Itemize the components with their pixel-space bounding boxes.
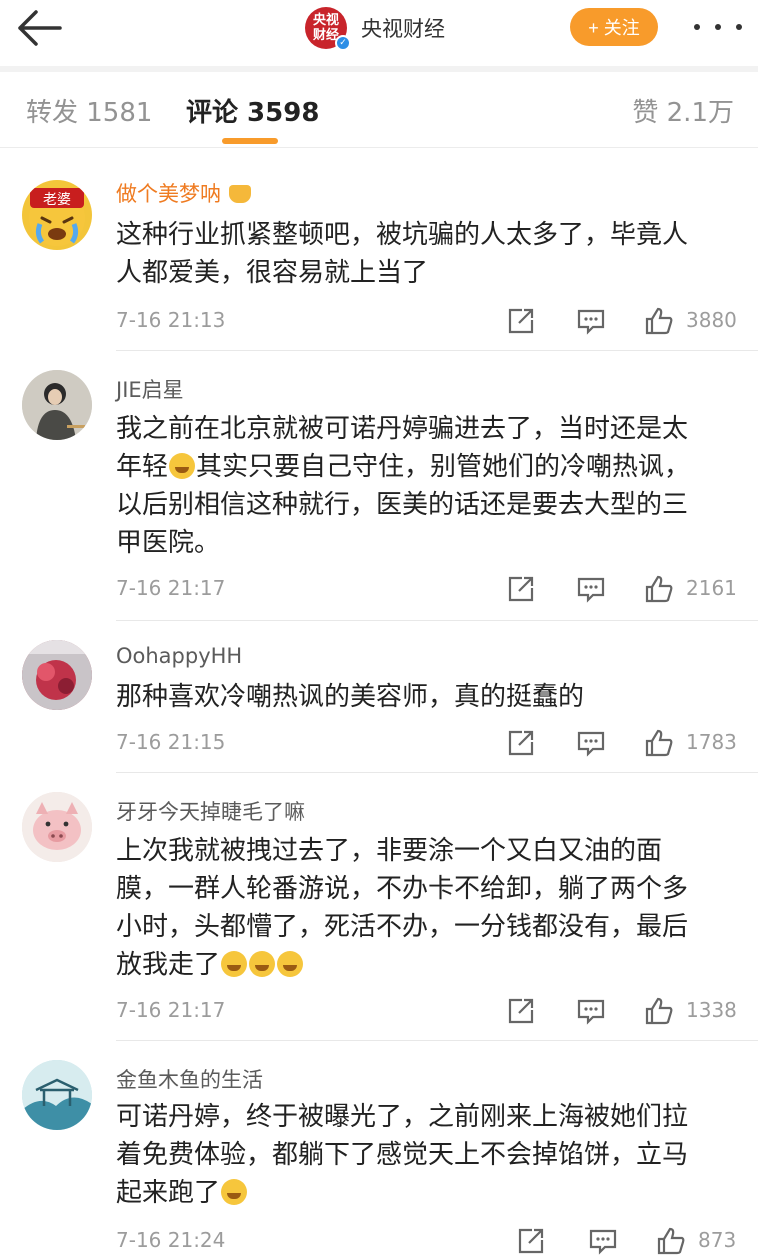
comment-meta: 7-16 21:13 3880 xyxy=(116,304,737,338)
vip-crown-icon xyxy=(229,185,251,203)
avatar[interactable]: 老婆 xyxy=(22,180,92,250)
username-text: 做个美梦呐 xyxy=(116,182,221,206)
svg-text:老婆: 老婆 xyxy=(43,192,71,208)
thumbs-up-icon[interactable] xyxy=(644,728,674,758)
active-tab-indicator xyxy=(222,138,278,144)
tab-like[interactable]: 赞 2.1万 xyxy=(632,92,734,129)
comment-line: 我之前在北京就被可诺丹婷骗进去了，当时还是太 xyxy=(116,414,689,444)
comment-time: 7-16 21:17 xyxy=(116,998,226,1022)
laugh-cry-emoji-icon xyxy=(221,1179,248,1205)
thumbs-up-icon[interactable] xyxy=(644,996,674,1026)
comment-text: 这种行业抓紧整顿吧，被坑骗的人太多了，毕竟人 人都爱美，很容易就上当了 xyxy=(116,216,736,292)
tab-bar: 转发 1581 评论 3598 赞 2.1万 xyxy=(0,72,758,148)
repost-icon[interactable] xyxy=(506,996,536,1026)
comment-line: 那种喜欢冷嘲热讽的美容师，真的挺蠢的 xyxy=(116,682,585,712)
like-count: 3880 xyxy=(686,308,737,332)
repost-icon[interactable] xyxy=(506,306,536,336)
comment-meta: 7-16 21:15 1783 xyxy=(116,726,737,760)
avatar[interactable] xyxy=(22,1060,92,1130)
comment-line: 小时，头都懵了，死活不办，一分钱都没有，最后 xyxy=(116,912,689,942)
divider xyxy=(116,1040,758,1041)
thumbs-up-icon[interactable] xyxy=(644,574,674,604)
like-count: 1338 xyxy=(686,998,737,1022)
comment-line: 这种行业抓紧整顿吧，被坑骗的人太多了，毕竟人 xyxy=(116,220,689,250)
like-count: 1783 xyxy=(686,730,737,754)
reply-icon[interactable] xyxy=(576,306,606,336)
comment-line: 上次我就被拽过去了，非要涂一个又白又油的面 xyxy=(116,836,663,866)
comment-text: 我之前在北京就被可诺丹婷骗进去了，当时还是太 年轻 其实只要自己守住，别管她们的冷… xyxy=(116,410,736,562)
comment-line: 着免费体验，都躺下了感觉天上不会掉馅饼，立马 xyxy=(116,1140,689,1170)
account-logo: 央视 财经 ✓ xyxy=(305,7,351,51)
comment-line: 以后别相信这种就行，医美的话还是要去大型的三 xyxy=(116,490,689,520)
reply-icon[interactable] xyxy=(576,728,606,758)
logo-text-top: 央视 xyxy=(312,13,339,28)
comment-time: 7-16 21:15 xyxy=(116,730,226,754)
like-count: 873 xyxy=(698,1228,737,1252)
comment-meta: 7-16 21:17 2161 xyxy=(116,572,737,606)
comment-line: 人都爱美，很容易就上当了 xyxy=(116,258,429,288)
avatar[interactable] xyxy=(22,640,92,710)
avatar-photo-icon xyxy=(22,370,92,440)
repost-icon[interactable] xyxy=(516,1226,546,1256)
laugh-cry-emoji-icon xyxy=(221,951,248,977)
comment-line: 年轻 xyxy=(116,452,169,482)
comment-item: 金鱼木鱼的生活 可诺丹婷，终于被曝光了，之前刚来上海被她们拉 着免费体验，都躺下… xyxy=(0,1042,758,1260)
comment-line: 可诺丹婷，终于被曝光了，之前刚来上海被她们拉 xyxy=(116,1102,689,1132)
avatar[interactable] xyxy=(22,370,92,440)
top-bar: 央视 财经 ✓ 央视财经 + 关注 xyxy=(0,0,758,66)
comment-text: 那种喜欢冷嘲热讽的美容师，真的挺蠢的 xyxy=(116,678,736,716)
comment-time: 7-16 21:13 xyxy=(116,308,226,332)
avatar-pig-icon xyxy=(22,792,92,862)
follow-button[interactable]: + 关注 xyxy=(570,8,658,46)
avatar-photo-icon xyxy=(22,640,92,710)
avatar[interactable] xyxy=(22,792,92,862)
divider xyxy=(116,620,758,621)
comment-item: 牙牙今天掉睫毛了嘛 上次我就被拽过去了，非要涂一个又白又油的面 膜，一群人轮番游… xyxy=(0,774,758,1042)
comment-meta: 7-16 21:24 873 xyxy=(116,1224,736,1258)
username[interactable]: 牙牙今天掉睫毛了嘛 xyxy=(116,796,305,826)
username[interactable]: 做个美梦呐 xyxy=(116,178,251,208)
tab-repost[interactable]: 转发 1581 xyxy=(26,92,152,129)
comment-line: 放我走了 xyxy=(116,950,221,980)
comment-meta: 7-16 21:17 1338 xyxy=(116,994,737,1028)
avatar-landscape-icon xyxy=(22,1060,92,1130)
comment-line: 其实只要自己守住，别管她们的冷嘲热讽， xyxy=(196,452,691,482)
comment-text: 上次我就被拽过去了，非要涂一个又白又油的面 膜，一群人轮番游说，不办卡不给卸，躺… xyxy=(116,832,736,984)
more-icon[interactable] xyxy=(694,12,742,42)
thumbs-up-icon[interactable] xyxy=(644,306,674,336)
divider xyxy=(116,350,758,351)
comment-text: 可诺丹婷，终于被曝光了，之前刚来上海被她们拉 着免费体验，都躺下了感觉天上不会掉… xyxy=(116,1098,736,1212)
username[interactable]: JIE启星 xyxy=(116,374,184,404)
laugh-cry-emoji-icon xyxy=(249,951,276,977)
tab-comment[interactable]: 评论 3598 xyxy=(186,92,319,129)
account-header[interactable]: 央视 财经 ✓ 央视财经 xyxy=(305,6,445,51)
reply-icon[interactable] xyxy=(588,1226,618,1256)
comment-line: 起来跑了 xyxy=(116,1178,221,1208)
like-count: 2161 xyxy=(686,576,737,600)
avatar-crying-face-icon: 老婆 xyxy=(29,188,85,246)
comment-item: JIE启星 我之前在北京就被可诺丹婷骗进去了，当时还是太 年轻 其实只要自己守住，… xyxy=(0,352,758,622)
account-name: 央视财经 xyxy=(361,17,445,41)
divider xyxy=(116,772,758,773)
thumbs-up-icon[interactable] xyxy=(656,1226,686,1256)
comment-time: 7-16 21:24 xyxy=(116,1228,226,1252)
comment-time: 7-16 21:17 xyxy=(116,576,226,600)
username[interactable]: OohappyHH xyxy=(116,644,242,668)
comment-item: OohappyHH 那种喜欢冷嘲热讽的美容师，真的挺蠢的 7-16 21:15 … xyxy=(0,622,758,774)
comment-line: 膜，一群人轮番游说，不办卡不给卸，躺了两个多 xyxy=(116,874,689,904)
comment-item: 老婆 做个美梦呐 这种行业抓紧整顿吧，被坑骗的人太多了，毕竟人 人都爱美，很容易… xyxy=(0,150,758,352)
verified-icon: ✓ xyxy=(335,35,351,51)
back-arrow-icon[interactable] xyxy=(14,8,66,48)
laughing-emoji-icon xyxy=(169,453,196,479)
username[interactable]: 金鱼木鱼的生活 xyxy=(116,1064,263,1094)
reply-icon[interactable] xyxy=(576,996,606,1026)
laugh-cry-emoji-icon xyxy=(277,951,304,977)
comment-line: 甲医院。 xyxy=(116,528,221,558)
repost-icon[interactable] xyxy=(506,574,536,604)
reply-icon[interactable] xyxy=(576,574,606,604)
repost-icon[interactable] xyxy=(506,728,536,758)
